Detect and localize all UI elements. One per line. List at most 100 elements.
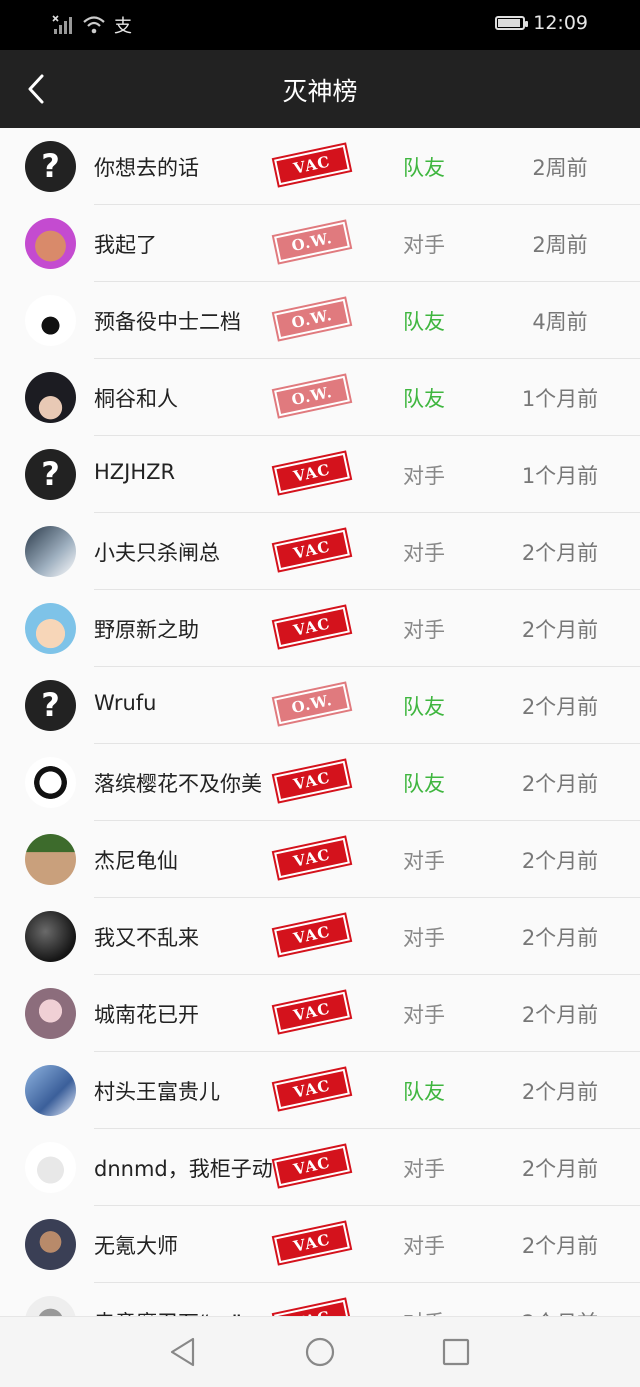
vac-ban-stamp: VAC: [271, 1297, 353, 1316]
ow-ban-stamp: O.W.: [271, 681, 353, 727]
avatar[interactable]: [25, 603, 76, 654]
player-name: 杰尼龟仙: [94, 849, 178, 873]
ow-ban-stamp: O.W.: [271, 219, 353, 265]
avatar[interactable]: [25, 1142, 76, 1193]
time-ago: 2个月前: [521, 772, 599, 796]
home-circle-icon[interactable]: [303, 1335, 337, 1369]
time-ago: 2个月前: [490, 1307, 630, 1316]
list-item[interactable]: dnnmd，我柜子动了 VAC 对手 2个月前: [0, 1129, 640, 1206]
list-item[interactable]: 忠意魔卫石“…” VAC 对手 2个月前: [0, 1283, 640, 1316]
time-ago: 2个月前: [521, 1003, 599, 1027]
unknown-avatar-icon[interactable]: ?: [25, 680, 76, 731]
player-name: 你想去的话: [94, 156, 199, 180]
list-item[interactable]: 杰尼龟仙 VAC 对手 2个月前: [0, 821, 640, 898]
ban-list[interactable]: ? 你想去的话 VAC 队友 2周前 我起了 O.W. 对手 2周前 预备役中士二档 O.W. 队友 4…: [0, 128, 640, 1316]
list-item[interactable]: ? Wrufu O.W. 队友 2个月前: [0, 667, 640, 744]
ow-ban-stamp: O.W.: [271, 296, 353, 342]
app-bar: 灭神榜: [0, 50, 640, 128]
list-item[interactable]: 野原新之助 VAC 对手 2个月前: [0, 590, 640, 667]
list-item[interactable]: 城南花已开 VAC 对手 2个月前: [0, 975, 640, 1052]
list-item[interactable]: 村头王富贵儿 VAC 队友 2个月前: [0, 1052, 640, 1129]
list-item[interactable]: 无氪大师 VAC 对手 2个月前: [0, 1206, 640, 1283]
avatar[interactable]: [25, 295, 76, 346]
vac-ban-stamp: VAC: [271, 912, 353, 958]
time-ago: 2个月前: [521, 1080, 599, 1104]
avatar[interactable]: [25, 911, 76, 962]
wifi-icon: [83, 16, 105, 34]
vac-ban-stamp: VAC: [271, 142, 353, 188]
avatar[interactable]: [25, 1065, 76, 1116]
vac-ban-stamp: VAC: [271, 1220, 353, 1266]
time-ago: 1个月前: [521, 387, 599, 411]
stamp-label: VAC: [276, 1302, 348, 1316]
avatar[interactable]: [25, 372, 76, 423]
list-item[interactable]: 桐谷和人 O.W. 队友 1个月前: [0, 359, 640, 436]
avatar[interactable]: [25, 988, 76, 1039]
avatar[interactable]: [25, 757, 76, 808]
list-item[interactable]: 落缤樱花不及你美 VAC 队友 2个月前: [0, 744, 640, 821]
player-name: 城南花已开: [94, 1003, 199, 1027]
player-name: 桐谷和人: [94, 387, 178, 411]
list-item[interactable]: ? 你想去的话 VAC 队友 2周前: [0, 128, 640, 205]
role-label: 对手: [403, 464, 445, 488]
stamp-label: O.W.: [276, 378, 348, 414]
role-label: 对手: [403, 1157, 445, 1181]
stamp-label: O.W.: [276, 686, 348, 722]
list-item[interactable]: 预备役中士二档 O.W. 队友 4周前: [0, 282, 640, 359]
recents-square-icon[interactable]: [439, 1335, 473, 1369]
time-ago: 2周前: [532, 233, 588, 257]
vac-ban-stamp: VAC: [271, 835, 353, 881]
system-nav-bar: [0, 1316, 640, 1387]
role-label: 对手: [403, 849, 445, 873]
player-name: 小夫只杀闸总: [94, 541, 220, 565]
time-ago: 2个月前: [521, 849, 599, 873]
vac-ban-stamp: VAC: [271, 1066, 353, 1112]
player-name: 无氪大师: [94, 1234, 178, 1258]
stamp-label: VAC: [276, 1225, 348, 1261]
list-item[interactable]: 我又不乱来 VAC 对手 2个月前: [0, 898, 640, 975]
avatar[interactable]: [25, 218, 76, 269]
player-name: 野原新之助: [94, 618, 199, 642]
unknown-avatar-icon[interactable]: ?: [25, 449, 76, 500]
avatar[interactable]: [25, 1219, 76, 1270]
vac-ban-stamp: VAC: [271, 758, 353, 804]
stamp-label: VAC: [276, 840, 348, 876]
time-ago: 2周前: [532, 156, 588, 180]
time-ago: 2个月前: [521, 618, 599, 642]
time-ago: 1个月前: [521, 464, 599, 488]
player-name: 我又不乱来: [94, 926, 199, 950]
stamp-label: VAC: [276, 1148, 348, 1184]
avatar[interactable]: [25, 834, 76, 885]
role-label: 对手: [403, 618, 445, 642]
stamp-label: VAC: [276, 609, 348, 645]
avatar[interactable]: [25, 1296, 76, 1316]
role-label: 队友: [403, 772, 445, 796]
vac-ban-stamp: VAC: [271, 527, 353, 573]
role-label: 对手: [403, 1003, 445, 1027]
list-item[interactable]: 小夫只杀闸总 VAC 对手 2个月前: [0, 513, 640, 590]
list-item[interactable]: ? HZJHZR VAC 对手 1个月前: [0, 436, 640, 513]
vac-ban-stamp: VAC: [271, 604, 353, 650]
stamp-label: VAC: [276, 994, 348, 1030]
role-label: 队友: [403, 156, 445, 180]
player-name: dnnmd，我柜子动了: [94, 1157, 284, 1181]
unknown-avatar-icon[interactable]: ?: [25, 141, 76, 192]
player-name: 预备役中士二档: [94, 310, 241, 334]
back-triangle-icon[interactable]: [166, 1335, 200, 1369]
vac-ban-stamp: VAC: [271, 1143, 353, 1189]
status-bar: 支 12:09: [0, 0, 640, 50]
page-title: 灭神榜: [282, 77, 358, 106]
carrier-glyph: 支: [114, 16, 132, 37]
time-ago: 2个月前: [521, 695, 599, 719]
role-label: 队友: [403, 695, 445, 719]
stamp-label: O.W.: [276, 224, 348, 260]
stamp-label: VAC: [276, 763, 348, 799]
role-label: 对手: [403, 541, 445, 565]
time-ago: 2个月前: [521, 1157, 599, 1181]
player-name: 忠意魔卫石“…”: [94, 1307, 242, 1316]
avatar[interactable]: [25, 526, 76, 577]
time-ago: 2个月前: [521, 541, 599, 565]
list-item[interactable]: 我起了 O.W. 对手 2周前: [0, 205, 640, 282]
signal-icon: [52, 15, 72, 34]
role-label: 队友: [403, 310, 445, 334]
